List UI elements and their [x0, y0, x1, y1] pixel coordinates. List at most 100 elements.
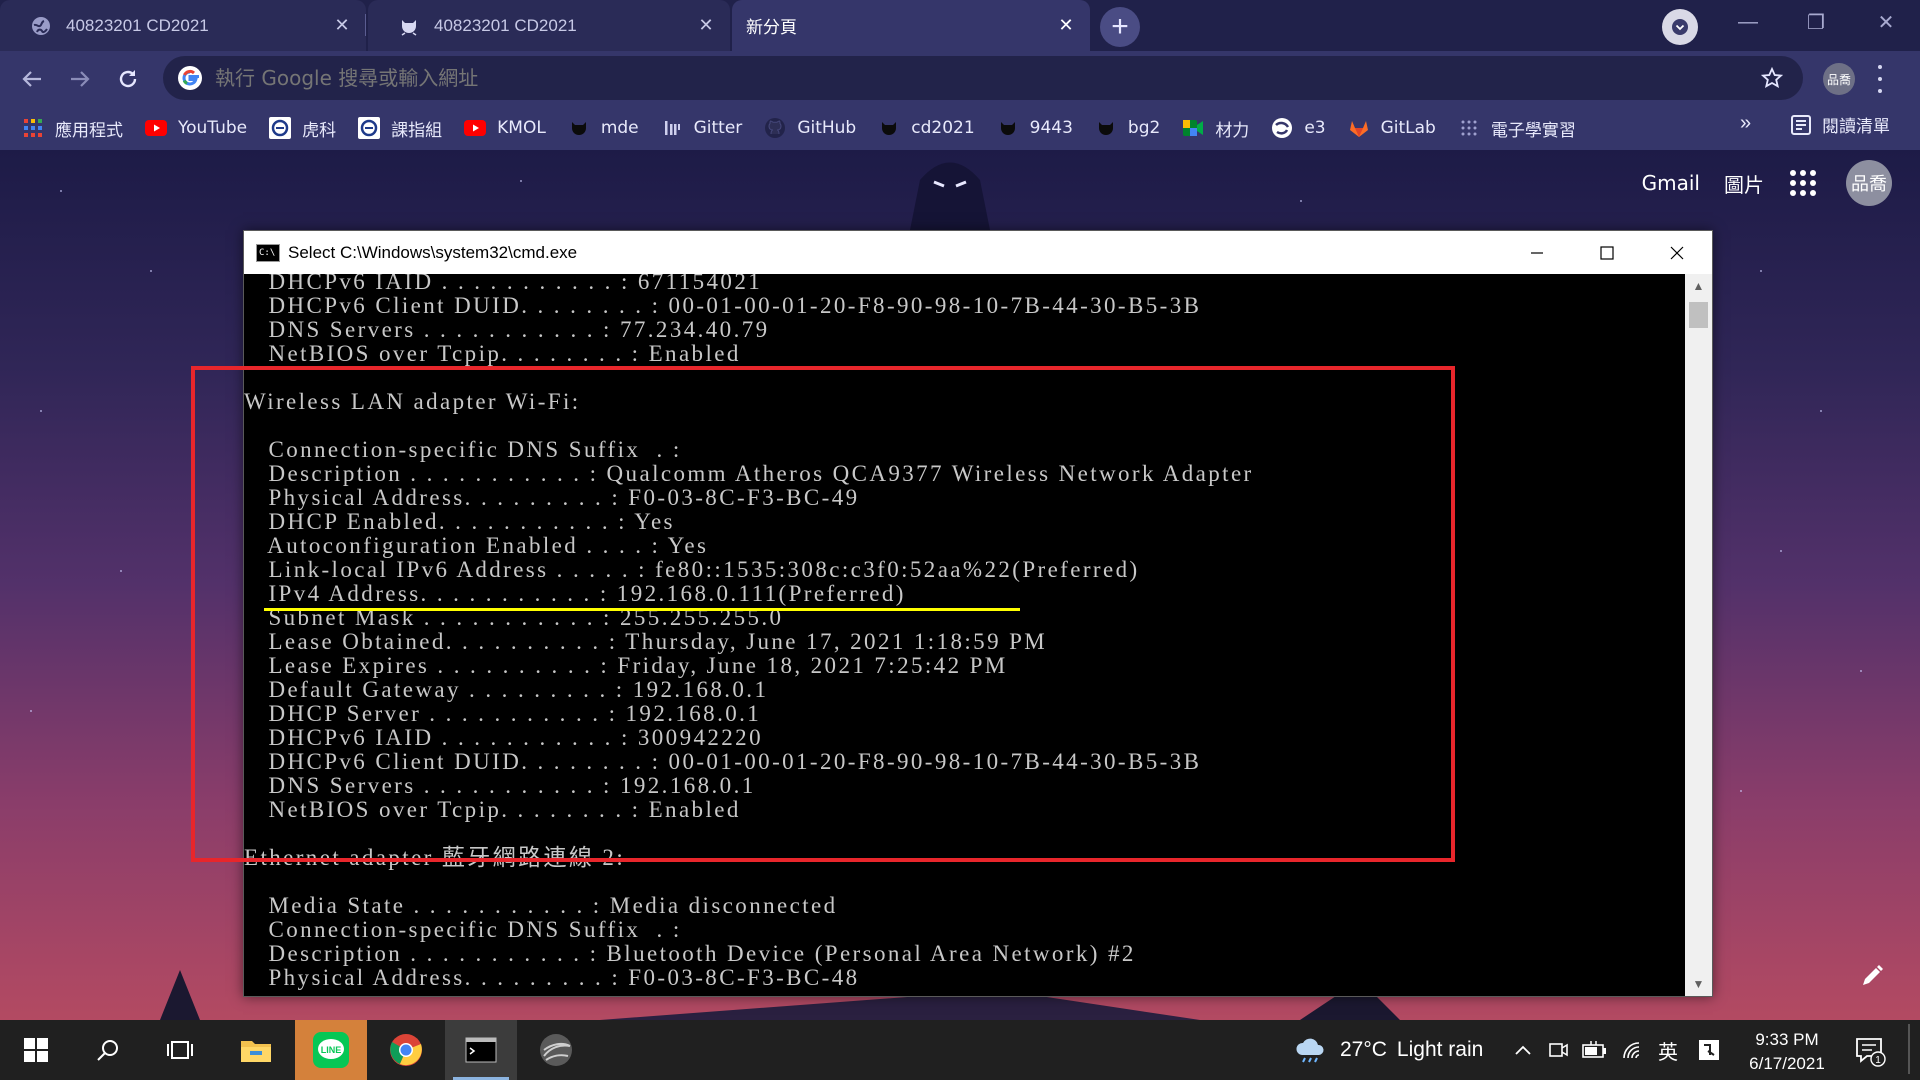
bookmark-caili[interactable]: 材力	[1170, 112, 1259, 144]
profile-avatar[interactable]: 品喬	[1823, 63, 1855, 95]
images-link[interactable]: 圖片	[1724, 169, 1764, 198]
weather-desc: Light rain	[1396, 1038, 1484, 1061]
close-icon[interactable]: ✕	[694, 14, 718, 38]
console-icon: C:\	[256, 243, 280, 262]
bookmark-mde[interactable]: mde	[556, 112, 649, 144]
bookmarks-overflow-button[interactable]: »	[1740, 112, 1751, 135]
back-button[interactable]	[14, 61, 50, 97]
bookmark-e3[interactable]: e3	[1259, 112, 1335, 144]
address-input[interactable]	[213, 65, 1757, 91]
svg-text:LINE: LINE	[321, 1045, 342, 1055]
cmd-title-bar[interactable]: C:\ Select C:\Windows\system32\cmd.exe	[244, 231, 1712, 274]
annotation-red-box	[191, 366, 1455, 862]
arrow-left-icon	[22, 71, 41, 87]
reading-list-icon	[1791, 114, 1811, 135]
wifi-tray[interactable]	[1616, 1020, 1650, 1080]
forward-button[interactable]	[62, 61, 98, 97]
scroll-thumb[interactable]	[1689, 302, 1708, 328]
bookmark-star-icon[interactable]	[1757, 63, 1787, 93]
tab-3-active[interactable]: 新分頁 ✕	[732, 0, 1090, 51]
chrome-icon	[390, 1034, 422, 1066]
cmd-taskbar-button[interactable]	[445, 1020, 517, 1080]
file-explorer-button[interactable]	[220, 1020, 292, 1080]
bookmark-cd2021[interactable]: cd2021	[866, 112, 984, 144]
apps-grid-icon	[22, 117, 44, 139]
cmd-window-title: Select C:\Windows\system32\cmd.exe	[288, 242, 578, 262]
close-icon[interactable]: ✕	[330, 14, 354, 38]
bookmark-bg2[interactable]: bg2	[1083, 112, 1170, 144]
meet-now-tray[interactable]	[1542, 1020, 1574, 1080]
bookmark-github[interactable]: GitHub	[752, 112, 866, 144]
gmail-link[interactable]: Gmail	[1642, 171, 1700, 195]
reading-list-button[interactable]: 閱讀清單	[1790, 112, 1890, 137]
google-g-icon	[175, 63, 205, 93]
new-tab-button[interactable]: +	[1100, 7, 1140, 47]
task-view-button[interactable]	[144, 1020, 216, 1080]
weather-temp: 27°C	[1340, 1038, 1387, 1061]
system-clock[interactable]: 9:33 PM 6/17/2021	[1732, 1028, 1842, 1076]
battery-tray[interactable]	[1578, 1020, 1612, 1080]
notification-center-icon[interactable]: 1	[1854, 1034, 1888, 1068]
bookmarks-bar: 應用程式 YouTube 虎科 課指組 KMOL mde Gitter GitH…	[0, 106, 1920, 150]
globe-icon	[30, 15, 52, 37]
omnibox[interactable]	[163, 56, 1803, 100]
close-window-button[interactable]: ✕	[1852, 0, 1920, 45]
reload-icon	[119, 70, 137, 88]
start-button[interactable]	[0, 1020, 72, 1080]
e3-icon	[1271, 117, 1293, 139]
ime-mode-tray[interactable]	[1692, 1020, 1726, 1080]
bookmark-apps[interactable]: 應用程式	[10, 112, 133, 144]
school-logo-icon	[358, 117, 381, 139]
console-scrollbar[interactable]: ▲ ▼	[1685, 274, 1712, 996]
github-cat-icon	[997, 117, 1019, 139]
bookmark-huke[interactable]: 虎科	[257, 112, 346, 144]
youtube-icon	[145, 117, 167, 139]
scroll-up-icon[interactable]: ▲	[1685, 274, 1712, 298]
reload-button[interactable]	[110, 61, 146, 97]
cmd-maximize-button[interactable]	[1572, 231, 1642, 274]
scroll-down-icon[interactable]: ▼	[1685, 972, 1712, 996]
bookmark-gitter[interactable]: Gitter	[649, 112, 753, 144]
customize-pencil-icon[interactable]	[1858, 962, 1886, 990]
app-taskbar-button[interactable]	[520, 1020, 592, 1080]
restore-button[interactable]: ❐	[1782, 0, 1850, 45]
tab-1[interactable]: 40823201 CD2021 ✕	[0, 0, 366, 51]
arrow-right-icon	[71, 71, 90, 87]
search-button[interactable]	[72, 1020, 144, 1080]
bookmark-gitlab[interactable]: GitLab	[1336, 112, 1446, 144]
bookmark-youtube[interactable]: YouTube	[133, 112, 257, 144]
tab-search-button[interactable]	[1662, 9, 1698, 45]
github-cat-icon	[568, 117, 590, 139]
ime-indicator[interactable]: 英	[1652, 1020, 1684, 1080]
console-line: DNS Servers . . . . . . . . . . . : 77.2…	[244, 317, 770, 342]
dots-icon	[1458, 117, 1480, 139]
bookmark-kezhizu[interactable]: 課指組	[346, 112, 452, 144]
show-hidden-icons-button[interactable]	[1508, 1020, 1538, 1080]
line-icon: LINE	[313, 1032, 349, 1068]
line-app-button[interactable]: LINE	[295, 1020, 367, 1080]
globe-app-icon	[540, 1034, 572, 1066]
close-icon[interactable]: ✕	[1054, 14, 1078, 38]
bookmark-kmol[interactable]: KMOL	[452, 112, 556, 144]
tab-2[interactable]: 40823201 CD2021 ✕	[368, 0, 730, 51]
minimize-button[interactable]: —	[1714, 0, 1782, 45]
cmd-minimize-button[interactable]	[1502, 231, 1572, 274]
bookmark-9443[interactable]: 9443	[985, 112, 1083, 144]
console-line: Physical Address. . . . . . . . . : F0-0…	[244, 965, 860, 990]
google-apps-icon[interactable]	[1788, 168, 1818, 198]
console-line: Description . . . . . . . . . . . : Blue…	[244, 941, 1136, 966]
github-cat-icon	[878, 117, 900, 139]
more-menu-icon[interactable]	[1872, 65, 1888, 93]
github-icon	[764, 117, 786, 139]
show-desktop-button[interactable]	[1908, 1024, 1910, 1074]
cmd-close-button[interactable]	[1642, 231, 1712, 274]
windows-logo-icon	[24, 1038, 48, 1062]
bookmark-dianzixue[interactable]: 電子學實習	[1446, 112, 1586, 144]
google-account-avatar[interactable]: 品喬	[1846, 160, 1892, 206]
github-cat-icon	[1095, 117, 1117, 139]
weather-widget[interactable]: 27°C Light rain	[1294, 1020, 1483, 1080]
wallpaper-figure	[910, 162, 990, 230]
chrome-button[interactable]	[370, 1020, 442, 1080]
google-bar: Gmail 圖片 品喬	[1642, 150, 1920, 216]
